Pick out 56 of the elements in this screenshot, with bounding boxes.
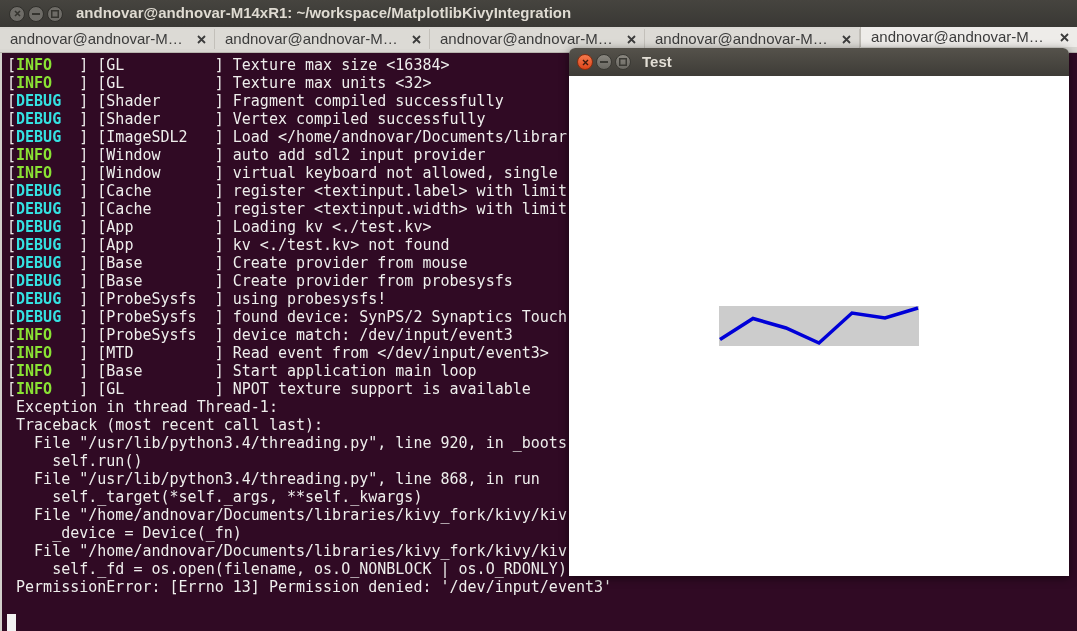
- maximize-icon: [51, 9, 59, 18]
- terminal-line: [DEBUG ] [ProbeSysfs ] found device: SynPS/2 Synaptics Touch: [7, 308, 567, 326]
- terminal-line: self._fd = os.open(filename, os.O_NONBLOCK | os.O_RDONLY): [51, 560, 567, 578]
- tab-label: andnovar@andnovar-M…: [225, 28, 398, 49]
- terminal-line: [INFO ] [Window ] auto add sdl2 input provider: [7, 146, 486, 164]
- close-button[interactable]: [9, 5, 25, 22]
- terminal-line: [DEBUG ] [Cache ] register <textinput.width> with limit: [7, 200, 567, 218]
- terminal-line: [INFO ] [ProbeSysfs ] device match: /dev/input/event3: [7, 326, 513, 344]
- tab-label: andnovar@andnovar-M…: [871, 26, 1044, 47]
- terminal-line: [INFO ] [GL ] Texture max units <32>: [7, 74, 432, 92]
- terminal-line: [DEBUG ] [App ] kv <./test.kv> not found: [7, 236, 450, 254]
- terminal-line: [DEBUG ] [App ] Loading kv <./test.kv>: [7, 218, 432, 236]
- close-icon[interactable]: [412, 34, 421, 44]
- terminal-line: [INFO ] [MTD ] Read event from </dev/input/event3>: [7, 344, 549, 362]
- tab-label: andnovar@andnovar-M…: [655, 28, 828, 49]
- close-button[interactable]: [577, 54, 593, 70]
- terminal-line: [INFO ] [Window ] virtual keyboard not allowed, single: [7, 164, 558, 182]
- maximize-button[interactable]: [615, 54, 631, 70]
- window-title: andnovar@andnovar-M14xR1: ~/workspace/MatplotlibKivyIntegration: [76, 3, 572, 24]
- terminal-line: [DEBUG ] [Base ] Create provider from probesysfs: [7, 272, 513, 290]
- terminal-line: [DEBUG ] [ProbeSysfs ] using probesysfs!: [7, 290, 387, 308]
- terminal-line: File "/usr/lib/python3.4/threading.py", line 920, in _boots: [33, 434, 567, 452]
- close-icon[interactable]: [197, 34, 206, 44]
- terminal-line: [DEBUG ] [Cache ] register <textinput.label> with limit: [7, 182, 567, 200]
- close-icon[interactable]: [1060, 32, 1069, 42]
- terminal-line: Exception in thread Thread-1:: [15, 398, 278, 416]
- close-icon: [13, 10, 21, 17]
- terminal-line: self._target(*self._args, **self._kwargs): [51, 488, 423, 506]
- terminal-line: [INFO ] [Base ] Start application main loop: [7, 362, 477, 380]
- close-icon: [581, 58, 589, 66]
- close-icon[interactable]: [627, 34, 636, 44]
- terminal-tab[interactable]: andnovar@andnovar-M…: [860, 27, 1077, 47]
- terminal-line: Traceback (most recent call last):: [15, 416, 324, 434]
- minimize-button[interactable]: [596, 54, 612, 70]
- window-title: Test: [642, 51, 672, 72]
- terminal-line: [DEBUG ] [Shader ] Vertex compiled successfully: [7, 110, 486, 128]
- minimize-icon: [32, 12, 40, 15]
- terminal-line: PermissionError: [Errno 13] Permission denied: '/dev/input/event3': [15, 578, 613, 596]
- tab-label: andnovar@andnovar-M…: [440, 28, 613, 49]
- terminal-line: self.run(): [51, 452, 143, 470]
- tab-label: andnovar@andnovar-M…: [10, 28, 183, 49]
- minimize-icon: [600, 61, 608, 63]
- block-cursor-icon: [7, 614, 16, 631]
- close-icon[interactable]: [842, 34, 851, 44]
- terminal-line: _device = Device(_fn): [51, 524, 242, 542]
- terminal-line: [DEBUG ] [Shader ] Fragment compiled successfully: [7, 92, 504, 110]
- terminal-line: [INFO ] [GL ] Texture max size <16384>: [7, 56, 450, 74]
- terminal-line: [DEBUG ] [ImageSDL2 ] Load </home/andnovar/Documents/librar: [7, 128, 567, 146]
- terminal-line: [INFO ] [GL ] NPOT texture support is available: [7, 380, 531, 398]
- maximize-icon: [619, 58, 627, 66]
- terminal-line: File "/home/andnovar/Documents/libraries/kivy_fork/kivy/kiv: [33, 506, 567, 524]
- terminal-line: File "/usr/lib/python3.4/threading.py", line 868, in run: [33, 470, 540, 488]
- maximize-button[interactable]: [47, 5, 63, 22]
- terminal-line: File "/home/andnovar/Documents/libraries/kivy_fork/kivy/kiv: [33, 542, 567, 560]
- minimize-button[interactable]: [28, 5, 44, 22]
- terminal-line: [DEBUG ] [Base ] Create provider from mouse: [7, 254, 468, 272]
